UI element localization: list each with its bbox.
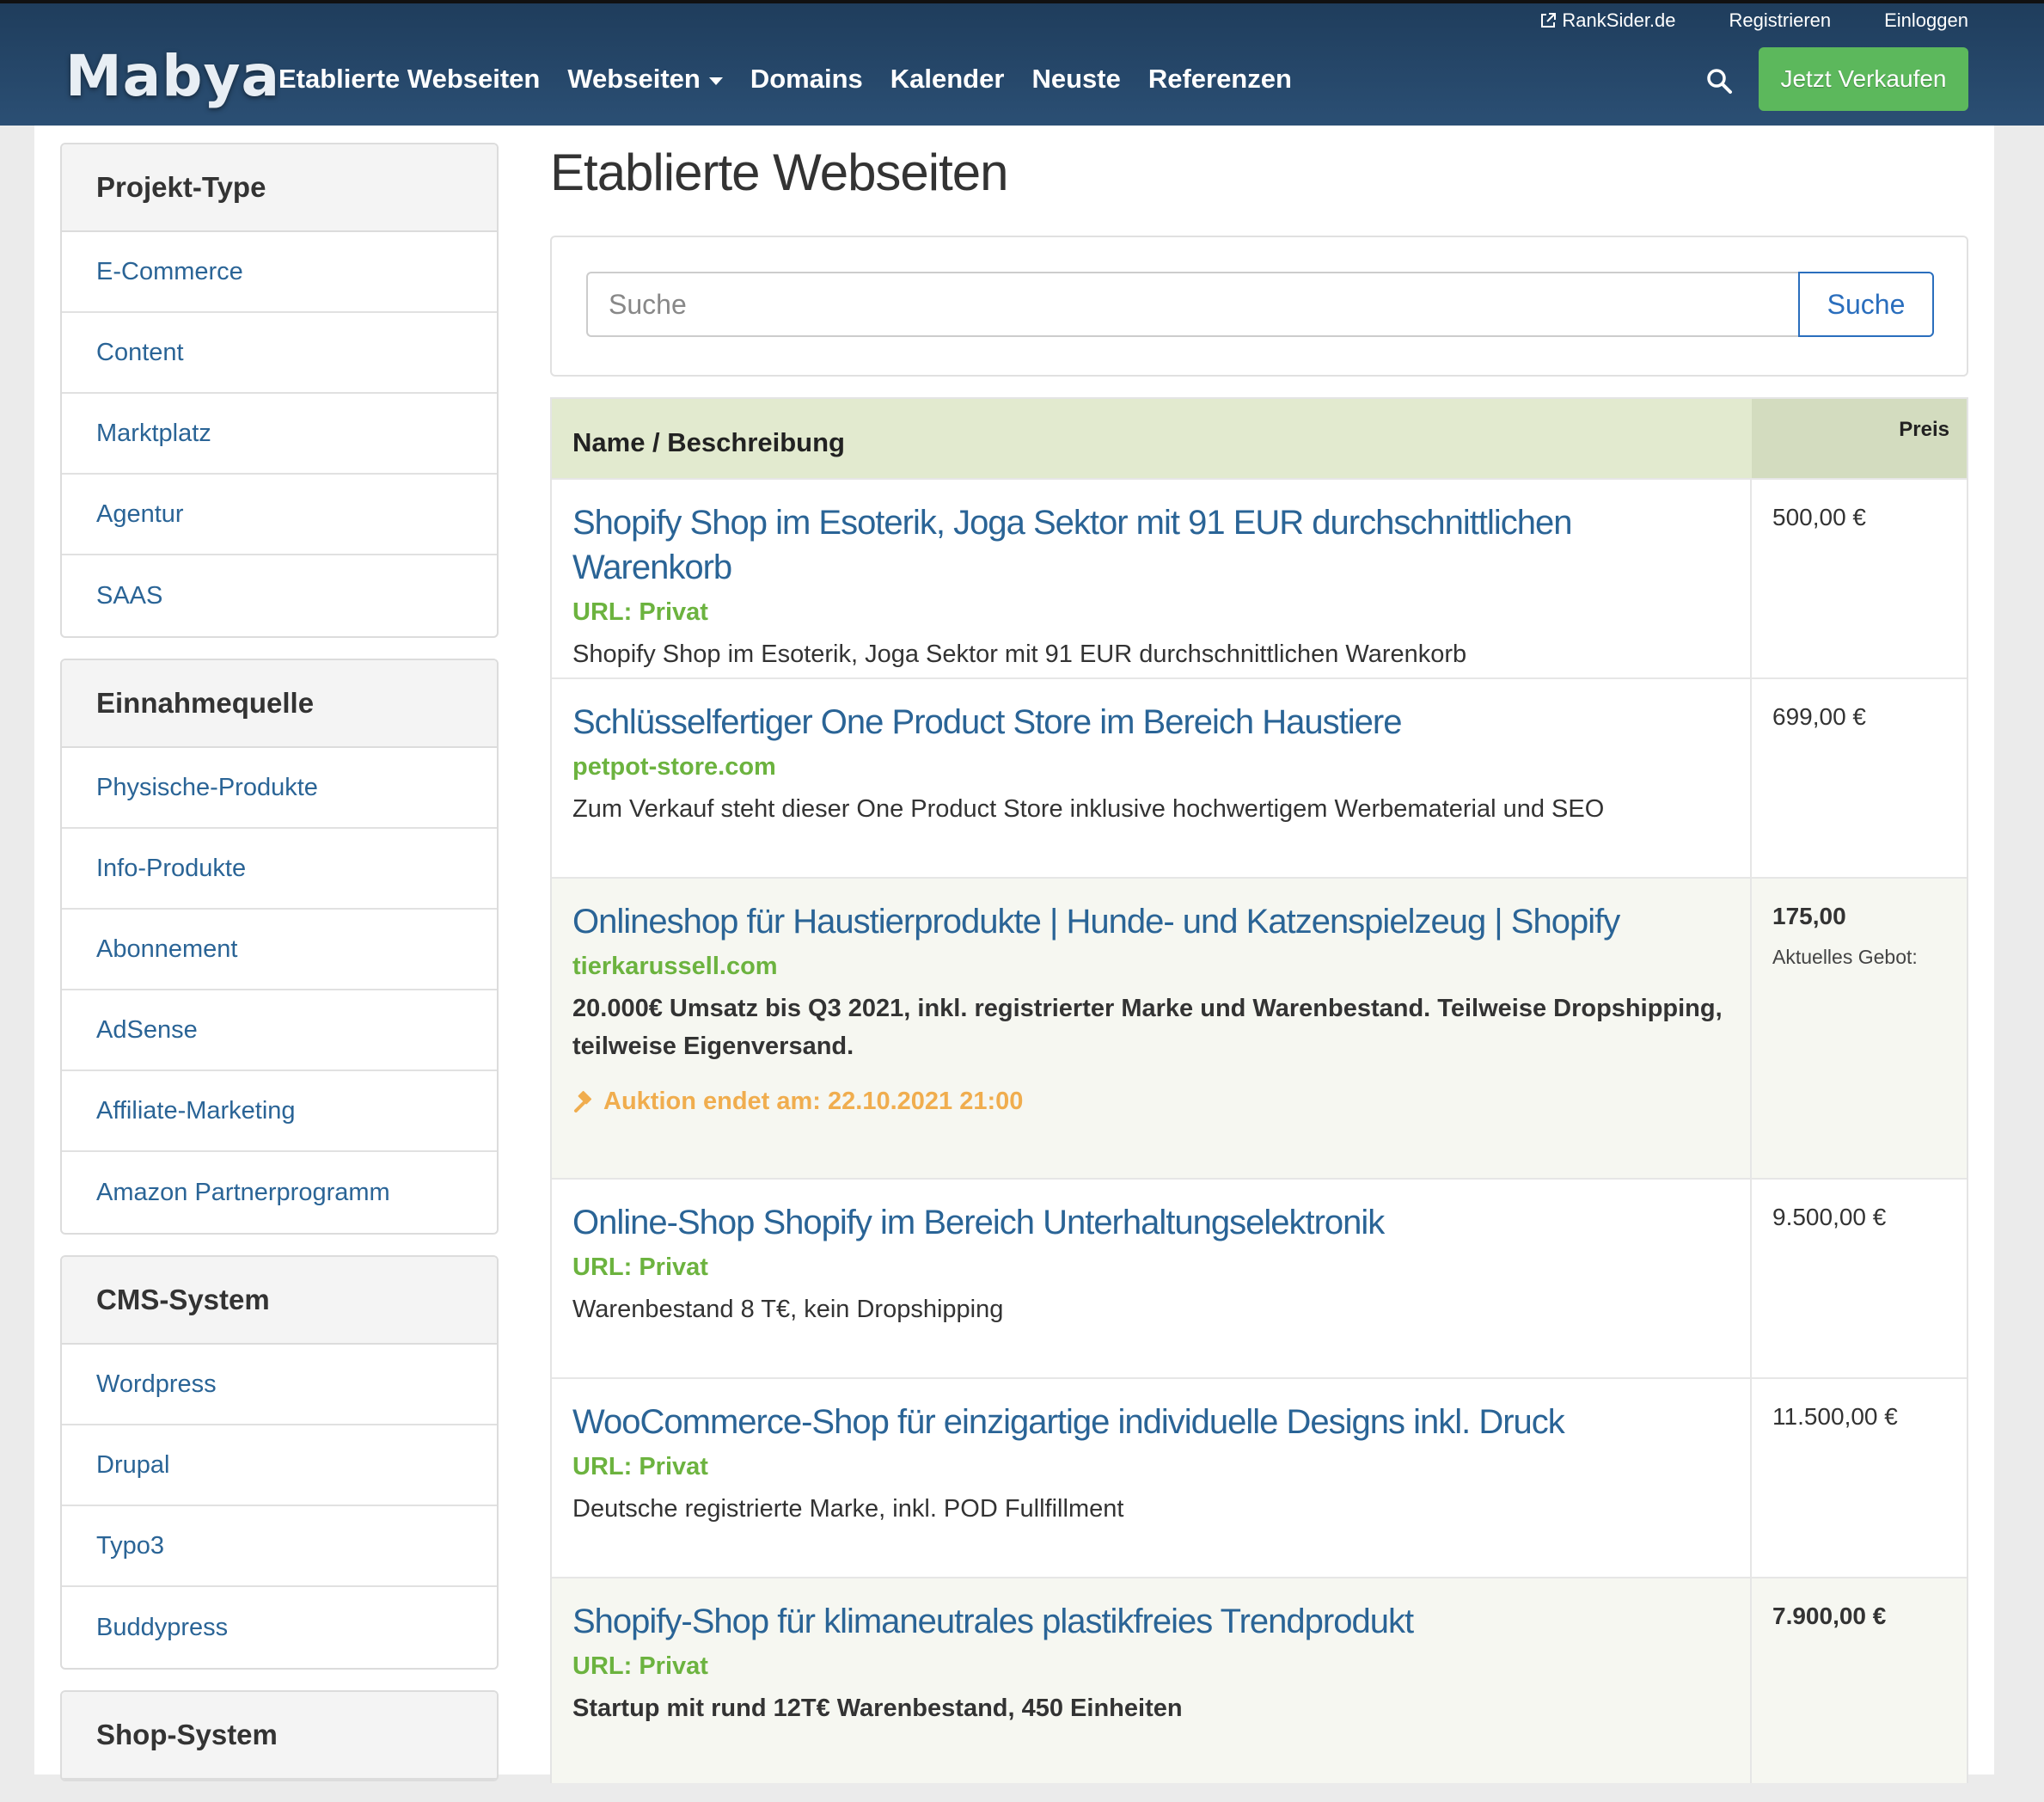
external-link-icon — [1541, 13, 1557, 28]
listing-url: URL: Privat — [572, 1253, 708, 1281]
sell-now-button[interactable]: Jetzt Verkaufen — [1759, 47, 1968, 111]
column-header-name: Name / Beschreibung — [552, 399, 1752, 478]
listing-title-link[interactable]: WooCommerce-Shop für einzigartige indivi… — [572, 1400, 1729, 1444]
listing-title-link[interactable]: Onlineshop für Haustierprodukte | Hunde-… — [572, 899, 1729, 944]
panel-heading: Einnahmequelle — [62, 660, 497, 748]
filter-link[interactable]: Wordpress — [62, 1345, 497, 1425]
panel-heading: Projekt-Type — [62, 144, 497, 232]
listing-title-link[interactable]: Shopify-Shop für klimaneutrales plastikf… — [572, 1599, 1729, 1644]
site-logo[interactable]: Mabya — [65, 43, 280, 109]
nav-label: Referenzen — [1147, 64, 1292, 94]
table-row: Schlüsselfertiger One Product Store im B… — [552, 677, 1967, 877]
top-navbar: RankSider.de Registrieren Einloggen Maby… — [0, 0, 2044, 126]
auction-end: Auktion endet am: 22.10.2021 21:00 — [572, 1088, 1729, 1116]
search-button[interactable]: Suche — [1798, 272, 1934, 337]
listing-price-cell: 175,00 Aktuelles Gebot: — [1752, 879, 1967, 1178]
listing-description: Deutsche registrierte Marke, inkl. POD F… — [572, 1495, 1124, 1523]
table-row: Online-Shop Shopify im Bereich Unterhalt… — [552, 1178, 1967, 1377]
filter-link[interactable]: AdSense — [62, 990, 497, 1071]
listing-description: Zum Verkauf steht dieser One Product Sto… — [572, 795, 1605, 823]
page-title: Etablierte Webseiten — [550, 144, 1009, 201]
filter-link[interactable]: Marktplatz — [62, 394, 497, 475]
filter-link[interactable]: Drupal — [62, 1425, 497, 1506]
caret-down-icon — [708, 77, 723, 85]
nav-label: Domains — [750, 64, 863, 94]
listing-title-link[interactable]: Online-Shop Shopify im Bereich Unterhalt… — [572, 1200, 1729, 1245]
table-row: WooCommerce-Shop für einzigartige indivi… — [552, 1377, 1967, 1577]
filter-link[interactable]: SAAS — [62, 555, 497, 636]
listing-url[interactable]: tierkarussell.com — [572, 953, 1729, 981]
listing-price: 7.900,00 € — [1772, 1603, 1887, 1629]
listing-url: URL: Privat — [572, 1652, 708, 1680]
nav-label: Etablierte Webseiten — [278, 64, 541, 94]
listing-description: Startup mit rund 12T€ Warenbestand, 450 … — [572, 1695, 1183, 1722]
nav-label: Neuste — [1031, 64, 1121, 94]
listing-url: URL: Privat — [572, 1453, 708, 1480]
listing-description: Warenbestand 8 T€, kein Dropshipping — [572, 1296, 1004, 1323]
nav-neuste[interactable]: Neuste — [1031, 64, 1120, 95]
ranksider-label: RankSider.de — [1562, 9, 1676, 31]
nav-referenzen[interactable]: Referenzen — [1148, 64, 1292, 95]
listing-price: 500,00 € — [1772, 504, 1866, 530]
nav-domains[interactable]: Domains — [750, 64, 863, 95]
listing-info: Shopify-Shop für klimaneutrales plastikf… — [552, 1578, 1752, 1783]
table-header: Name / Beschreibung Preis — [552, 399, 1967, 478]
filter-link[interactable]: Abonnement — [62, 910, 497, 990]
panel-heading: Shop-System — [62, 1692, 497, 1780]
filter-link[interactable]: E-Commerce — [62, 232, 497, 313]
table-row: Shopify Shop im Esoterik, Joga Sektor mi… — [552, 478, 1967, 677]
current-bid-label: Aktuelles Gebot: — [1772, 946, 1918, 968]
listing-price: 699,00 € — [1772, 703, 1866, 730]
nav-webseiten-dropdown[interactable]: Webseiten — [567, 64, 723, 95]
filter-sidebar: Projekt-Type E-Commerce Content Marktpla… — [60, 143, 499, 1802]
listing-description: Shopify Shop im Esoterik, Joga Sektor mi… — [572, 641, 1467, 668]
gavel-icon — [574, 1090, 592, 1112]
filter-panel-cms-system: CMS-System Wordpress Drupal Typo3 Buddyp… — [60, 1255, 499, 1670]
listing-price: 175,00 — [1772, 903, 1846, 929]
search-input[interactable] — [586, 272, 1798, 337]
listing-info: WooCommerce-Shop für einzigartige indivi… — [552, 1379, 1752, 1577]
filter-link[interactable]: Buddypress — [62, 1587, 497, 1668]
auction-end-text: Auktion endet am: 22.10.2021 21:00 — [603, 1088, 1024, 1115]
search-panel: Suche — [550, 236, 1968, 377]
listing-info: Online-Shop Shopify im Bereich Unterhalt… — [552, 1180, 1752, 1377]
listing-info: Schlüsselfertiger One Product Store im B… — [552, 679, 1752, 877]
listing-info: Shopify Shop im Esoterik, Joga Sektor mi… — [552, 480, 1752, 677]
search-icon[interactable] — [1705, 67, 1733, 95]
filter-link[interactable]: Affiliate-Marketing — [62, 1071, 497, 1152]
column-header-price: Preis — [1752, 399, 1967, 478]
filter-link[interactable]: Amazon Partnerprogramm — [62, 1152, 497, 1233]
utility-links: RankSider.de Registrieren Einloggen — [1539, 9, 1968, 33]
nav-label: Kalender — [890, 64, 1005, 94]
login-link[interactable]: Einloggen — [1884, 9, 1968, 32]
content-container: Projekt-Type E-Commerce Content Marktpla… — [34, 126, 1994, 1783]
listing-table: Name / Beschreibung Preis Shopify Shop i… — [550, 397, 1968, 1783]
listing-description: 20.000€ Umsatz bis Q3 2021, inkl. regist… — [572, 995, 1723, 1060]
filter-panel-shop-system: Shop-System — [60, 1690, 499, 1781]
table-row: Shopify-Shop für klimaneutrales plastikf… — [552, 1577, 1967, 1783]
listing-url: URL: Privat — [572, 598, 708, 626]
main-nav: Etablierte Webseiten Webseiten Domains K… — [278, 64, 1292, 95]
filter-link[interactable]: Agentur — [62, 475, 497, 555]
filter-link[interactable]: Content — [62, 313, 497, 394]
table-row: Onlineshop für Haustierprodukte | Hunde-… — [552, 877, 1967, 1178]
register-link[interactable]: Registrieren — [1729, 9, 1832, 32]
nav-etablierte-webseiten[interactable]: Etablierte Webseiten — [278, 64, 540, 95]
ranksider-link[interactable]: RankSider.de — [1539, 9, 1676, 32]
listing-info: Onlineshop für Haustierprodukte | Hunde-… — [552, 879, 1752, 1178]
listing-price: 9.500,00 € — [1772, 1204, 1887, 1230]
nav-label: Webseiten — [567, 64, 701, 94]
filter-link[interactable]: Typo3 — [62, 1506, 497, 1587]
filter-panel-projekt-type: Projekt-Type E-Commerce Content Marktpla… — [60, 143, 499, 638]
listing-price: 11.500,00 € — [1772, 1403, 1898, 1430]
panel-heading: CMS-System — [62, 1257, 497, 1345]
filter-link[interactable]: Info-Produkte — [62, 829, 497, 910]
listing-title-link[interactable]: Schlüsselfertiger One Product Store im B… — [572, 700, 1729, 745]
listing-title-link[interactable]: Shopify Shop im Esoterik, Joga Sektor mi… — [572, 500, 1729, 590]
filter-link[interactable]: Physische-Produkte — [62, 748, 497, 829]
listing-url[interactable]: petpot-store.com — [572, 753, 1729, 781]
nav-kalender[interactable]: Kalender — [890, 64, 1005, 95]
filter-panel-einnahmequelle: Einnahmequelle Physische-Produkte Info-P… — [60, 659, 499, 1235]
